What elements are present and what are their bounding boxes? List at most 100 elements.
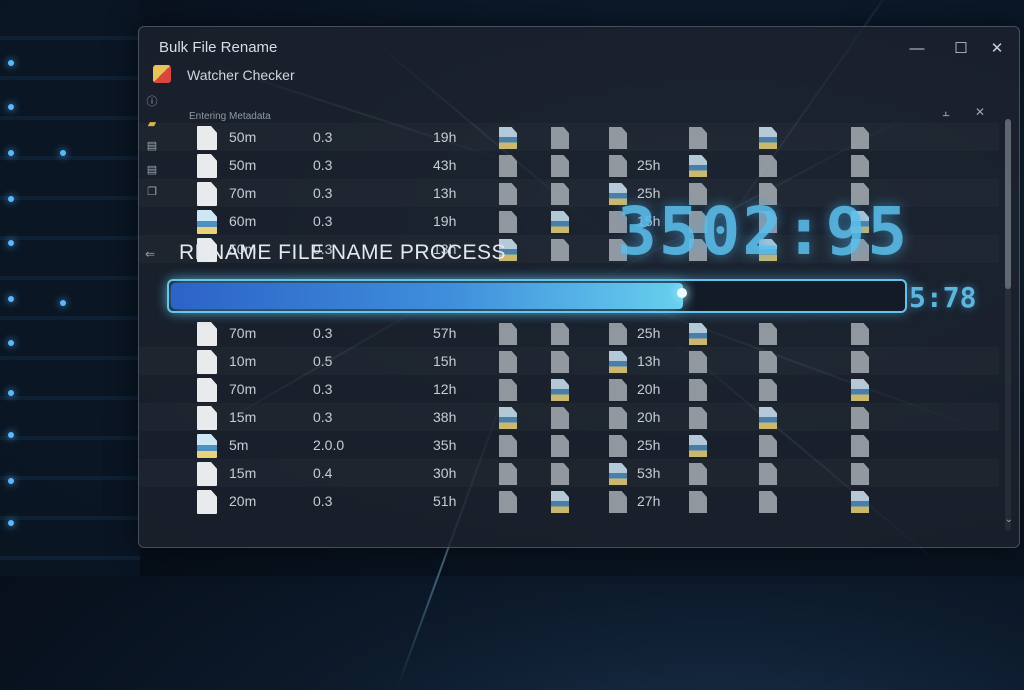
file-progress: 27h xyxy=(637,493,661,509)
file-thumbnail xyxy=(759,435,777,457)
file-thumbnail xyxy=(759,463,777,485)
file-thumbnail xyxy=(609,435,627,457)
file-thumbnail xyxy=(759,127,777,149)
background-light-dot xyxy=(8,478,14,484)
file-progress: 20h xyxy=(637,381,661,397)
file-progress: 13h xyxy=(637,353,661,369)
file-size: 35h xyxy=(433,437,457,453)
pin-icon[interactable]: ⫠ xyxy=(939,105,953,119)
file-thumbnail xyxy=(851,435,869,457)
table-row[interactable]: 50m 0.3 43h 25h xyxy=(139,151,999,179)
file-name: 50m xyxy=(229,157,257,173)
file-progress: 53h xyxy=(637,465,661,481)
table-row[interactable]: 5m 2.0.0 35h 25h xyxy=(139,431,999,459)
minimize-button[interactable]: — xyxy=(907,39,927,59)
file-thumbnail xyxy=(499,351,517,373)
table-row[interactable]: 10m 0.5 15h 13h xyxy=(139,347,999,375)
file-thumbnail xyxy=(851,323,869,345)
file-thumbnail xyxy=(551,407,569,429)
file-size: 15h xyxy=(433,353,457,369)
file-thumbnail xyxy=(499,183,517,205)
file-thumbnail xyxy=(609,407,627,429)
file-thumbnail xyxy=(689,435,707,457)
file-thumbnail xyxy=(499,491,517,513)
file-name: 15m xyxy=(229,465,257,481)
app-icon xyxy=(153,65,171,83)
scrollbar[interactable] xyxy=(1005,119,1011,531)
maximize-button[interactable]: ☐ xyxy=(951,39,971,59)
table-row[interactable]: 70m 0.3 12h 20h xyxy=(139,375,999,403)
background-light-dot xyxy=(8,150,14,156)
close-button[interactable]: ✕ xyxy=(987,39,1007,59)
file-size: 51h xyxy=(433,493,457,509)
file-thumbnail xyxy=(759,491,777,513)
eta-readout: 5:78 xyxy=(909,281,977,314)
panel-close-button[interactable]: ✕ xyxy=(973,105,987,119)
file-thumbnail xyxy=(499,463,517,485)
file-thumbnail xyxy=(499,379,517,401)
file-icon xyxy=(197,322,217,346)
file-thumbnail xyxy=(759,323,777,345)
file-thumbnail xyxy=(689,323,707,345)
file-version: 0.3 xyxy=(313,157,333,173)
background-light-dot xyxy=(8,340,14,346)
table-row[interactable]: 20m 0.3 51h 27h xyxy=(139,487,999,515)
scrollbar-thumb[interactable] xyxy=(1005,119,1011,289)
file-name: 70m xyxy=(229,381,257,397)
file-icon xyxy=(197,462,217,486)
file-size: 30h xyxy=(433,465,457,481)
file-thumbnail xyxy=(551,211,569,233)
file-thumbnail xyxy=(551,379,569,401)
file-thumbnail xyxy=(609,155,627,177)
file-version: 0.3 xyxy=(313,381,333,397)
file-icon xyxy=(197,350,217,374)
file-icon xyxy=(197,154,217,178)
file-thumbnail xyxy=(689,351,707,373)
background-light-dot xyxy=(8,520,14,526)
file-size: 43h xyxy=(433,157,457,173)
file-progress: 20h xyxy=(637,409,661,425)
file-icon xyxy=(197,406,217,430)
file-thumbnail xyxy=(759,379,777,401)
file-thumbnail xyxy=(689,491,707,513)
file-thumbnail xyxy=(689,127,707,149)
window-subtitle: Watcher Checker xyxy=(187,67,295,83)
file-thumbnail xyxy=(551,491,569,513)
file-thumbnail xyxy=(551,239,569,261)
table-row[interactable]: 15m 0.4 30h 53h xyxy=(139,459,999,487)
file-version: 0.3 xyxy=(313,325,333,341)
file-thumbnail xyxy=(851,379,869,401)
file-thumbnail xyxy=(851,463,869,485)
file-name: 50m xyxy=(229,129,257,145)
file-version: 0.3 xyxy=(313,409,333,425)
file-thumbnail xyxy=(759,155,777,177)
file-thumbnail xyxy=(851,351,869,373)
background-light-dot xyxy=(8,296,14,302)
table-row[interactable]: 50m 0.3 19h xyxy=(139,123,999,151)
file-thumbnail xyxy=(499,435,517,457)
file-thumbnail xyxy=(551,155,569,177)
file-name: 20m xyxy=(229,493,257,509)
file-thumbnail xyxy=(499,127,517,149)
file-thumbnail xyxy=(609,491,627,513)
file-thumbnail xyxy=(609,463,627,485)
file-thumbnail xyxy=(609,127,627,149)
background-light-dot xyxy=(60,150,66,156)
progress-tip xyxy=(677,288,687,298)
process-timer: 3502:95 xyxy=(617,193,910,270)
progress-fill xyxy=(171,283,683,309)
app-window: Bulk File Rename — ☐ ✕ Watcher Checker ⓘ… xyxy=(138,26,1020,548)
file-thumbnail xyxy=(551,323,569,345)
file-icon xyxy=(197,434,217,458)
file-thumbnail xyxy=(689,155,707,177)
info-icon[interactable]: ⓘ xyxy=(145,95,159,109)
file-thumbnail xyxy=(689,463,707,485)
file-version: 0.3 xyxy=(313,213,333,229)
scroll-down-icon[interactable]: ⌄ xyxy=(1005,514,1013,525)
file-thumbnail xyxy=(851,127,869,149)
table-row[interactable]: 70m 0.3 57h 25h xyxy=(139,319,999,347)
table-row[interactable]: 15m 0.3 38h 20h xyxy=(139,403,999,431)
file-name: 5m xyxy=(229,437,249,453)
file-thumbnail xyxy=(499,155,517,177)
file-version: 2.0.0 xyxy=(313,437,345,453)
